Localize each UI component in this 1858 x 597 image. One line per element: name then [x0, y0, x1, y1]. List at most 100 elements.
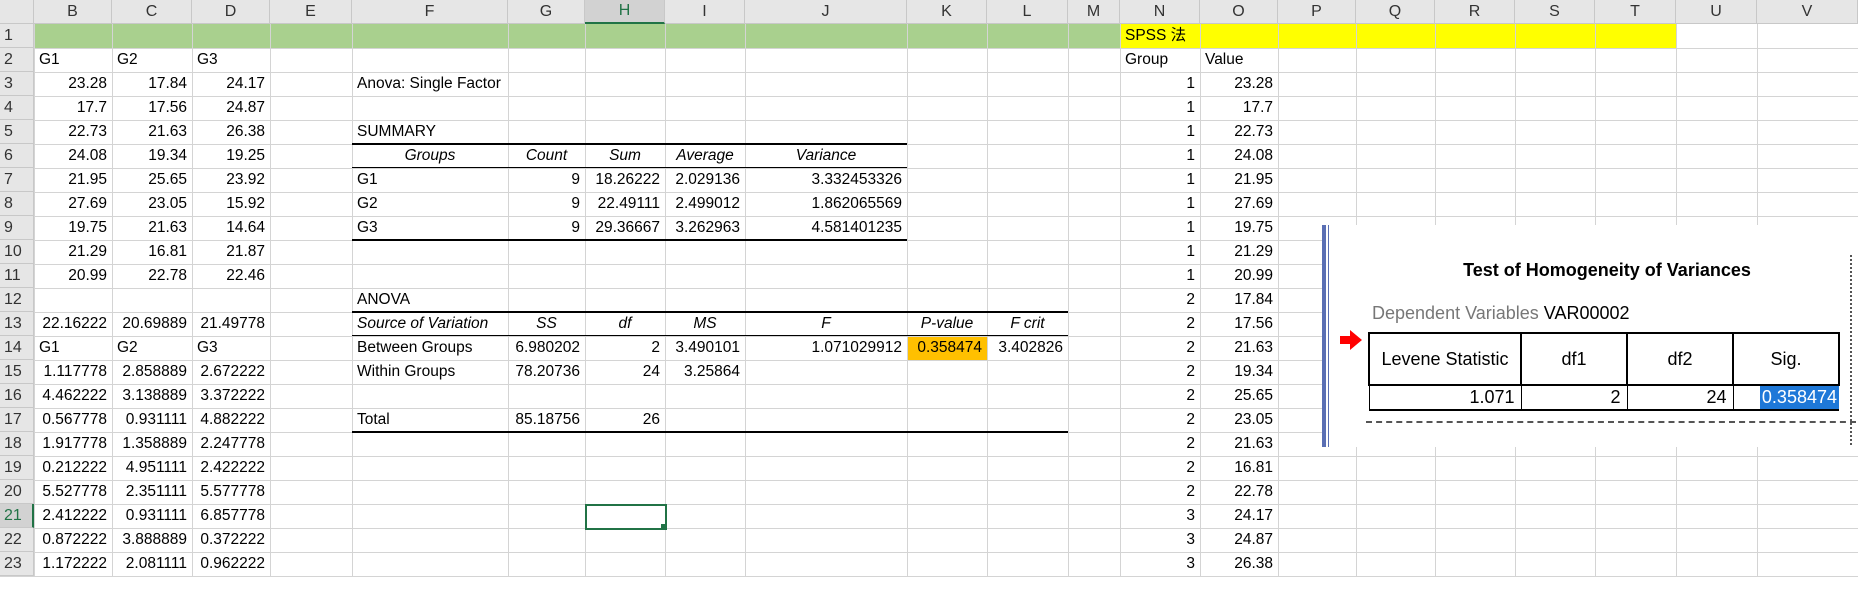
- cell-j8[interactable]: 1.862065569: [745, 192, 907, 216]
- cell-n17[interactable]: 2: [1120, 408, 1200, 432]
- cell-o15[interactable]: 19.34: [1200, 360, 1278, 384]
- cell-d14[interactable]: G3: [192, 336, 270, 360]
- cell-d20[interactable]: 5.577778: [192, 480, 270, 504]
- cell-n22[interactable]: 3: [1120, 528, 1200, 552]
- cell-o14[interactable]: 21.63: [1200, 336, 1278, 360]
- cell-d16[interactable]: 3.372222: [192, 384, 270, 408]
- column-header-p[interactable]: P: [1278, 0, 1356, 24]
- cell-c15[interactable]: 2.858889: [112, 360, 192, 384]
- cell-b18[interactable]: 1.917778: [34, 432, 112, 456]
- row-header-14[interactable]: 14: [0, 336, 34, 360]
- column-header-i[interactable]: I: [665, 0, 745, 24]
- cell-j13[interactable]: F: [745, 312, 907, 336]
- cell-h17[interactable]: 26: [585, 408, 665, 432]
- column-header-l[interactable]: L: [987, 0, 1068, 24]
- cell-n5[interactable]: 1: [1120, 120, 1200, 144]
- column-header-c[interactable]: C: [112, 0, 192, 24]
- cell-d5[interactable]: 26.38: [192, 120, 270, 144]
- cell-f7[interactable]: G1: [352, 168, 508, 192]
- row-header-4[interactable]: 4: [0, 96, 34, 120]
- cell-b20[interactable]: 5.527778: [34, 480, 112, 504]
- column-header-e[interactable]: E: [270, 0, 352, 24]
- cell-o17[interactable]: 23.05: [1200, 408, 1278, 432]
- cell-o8[interactable]: 27.69: [1200, 192, 1278, 216]
- cell-c21[interactable]: 0.931111: [112, 504, 192, 528]
- cell-n1[interactable]: SPSS 法: [1120, 24, 1200, 48]
- column-header-u[interactable]: U: [1676, 0, 1757, 24]
- cell-i9[interactable]: 3.262963: [665, 216, 745, 240]
- row-header-11[interactable]: 11: [0, 264, 34, 288]
- cell-n7[interactable]: 1: [1120, 168, 1200, 192]
- fill-handle[interactable]: [661, 524, 667, 530]
- cell-c14[interactable]: G2: [112, 336, 192, 360]
- cell-o11[interactable]: 20.99: [1200, 264, 1278, 288]
- cell-d8[interactable]: 15.92: [192, 192, 270, 216]
- cell-o16[interactable]: 25.65: [1200, 384, 1278, 408]
- row-header-3[interactable]: 3: [0, 72, 34, 96]
- cell-c20[interactable]: 2.351111: [112, 480, 192, 504]
- cell-n6[interactable]: 1: [1120, 144, 1200, 168]
- row-header-19[interactable]: 19: [0, 456, 34, 480]
- cell-h14[interactable]: 2: [585, 336, 665, 360]
- cell-k13[interactable]: P-value: [907, 312, 987, 336]
- cell-j14[interactable]: 1.071029912: [745, 336, 907, 360]
- cell-f17[interactable]: Total: [352, 408, 508, 432]
- cell-d13[interactable]: 21.49778: [192, 312, 270, 336]
- cell-j9[interactable]: 4.581401235: [745, 216, 907, 240]
- cell-o7[interactable]: 21.95: [1200, 168, 1278, 192]
- column-header-f[interactable]: F: [352, 0, 508, 24]
- row-header-13[interactable]: 13: [0, 312, 34, 336]
- cell-n3[interactable]: 1: [1120, 72, 1200, 96]
- cell-c7[interactable]: 25.65: [112, 168, 192, 192]
- cell-c23[interactable]: 2.081111: [112, 552, 192, 576]
- cell-f13[interactable]: Source of Variation: [352, 312, 508, 336]
- cell-d3[interactable]: 24.17: [192, 72, 270, 96]
- cell-l14[interactable]: 3.402826: [987, 336, 1068, 360]
- cell-o12[interactable]: 17.84: [1200, 288, 1278, 312]
- cell-g17[interactable]: 85.18756: [508, 408, 585, 432]
- cell-c2[interactable]: G2: [112, 48, 192, 72]
- cell-c3[interactable]: 17.84: [112, 72, 192, 96]
- cell-d21[interactable]: 6.857778: [192, 504, 270, 528]
- cell-f14[interactable]: Between Groups: [352, 336, 508, 360]
- cell-c22[interactable]: 3.888889: [112, 528, 192, 552]
- row-header-2[interactable]: 2: [0, 48, 34, 72]
- cell-c17[interactable]: 0.931111: [112, 408, 192, 432]
- column-header-d[interactable]: D: [192, 0, 270, 24]
- cell-b22[interactable]: 0.872222: [34, 528, 112, 552]
- cell-b7[interactable]: 21.95: [34, 168, 112, 192]
- cell-g15[interactable]: 78.20736: [508, 360, 585, 384]
- cell-i8[interactable]: 2.499012: [665, 192, 745, 216]
- cell-c8[interactable]: 23.05: [112, 192, 192, 216]
- cell-n10[interactable]: 1: [1120, 240, 1200, 264]
- cell-n18[interactable]: 2: [1120, 432, 1200, 456]
- row-header-12[interactable]: 12: [0, 288, 34, 312]
- cell-o18[interactable]: 21.63: [1200, 432, 1278, 456]
- cell-d10[interactable]: 21.87: [192, 240, 270, 264]
- column-header-k[interactable]: K: [907, 0, 987, 24]
- column-header-m[interactable]: M: [1068, 0, 1120, 24]
- cell-o2[interactable]: Value: [1200, 48, 1278, 72]
- cell-n2[interactable]: Group: [1120, 48, 1200, 72]
- cell-n9[interactable]: 1: [1120, 216, 1200, 240]
- cell-b14[interactable]: G1: [34, 336, 112, 360]
- cell-g8[interactable]: 9: [508, 192, 585, 216]
- cell-i15[interactable]: 3.25864: [665, 360, 745, 384]
- cell-c4[interactable]: 17.56: [112, 96, 192, 120]
- cell-d11[interactable]: 22.46: [192, 264, 270, 288]
- cell-b23[interactable]: 1.172222: [34, 552, 112, 576]
- cell-j6[interactable]: Variance: [745, 144, 907, 168]
- row-header-16[interactable]: 16: [0, 384, 34, 408]
- cell-b5[interactable]: 22.73: [34, 120, 112, 144]
- cell-n19[interactable]: 2: [1120, 456, 1200, 480]
- cell-i13[interactable]: MS: [665, 312, 745, 336]
- cell-n16[interactable]: 2: [1120, 384, 1200, 408]
- cell-b6[interactable]: 24.08: [34, 144, 112, 168]
- cell-h8[interactable]: 22.49111: [585, 192, 665, 216]
- row-header-9[interactable]: 9: [0, 216, 34, 240]
- row-header-10[interactable]: 10: [0, 240, 34, 264]
- cell-n8[interactable]: 1: [1120, 192, 1200, 216]
- cell-g9[interactable]: 9: [508, 216, 585, 240]
- cell-f12[interactable]: ANOVA: [352, 288, 508, 312]
- row-header-20[interactable]: 20: [0, 480, 34, 504]
